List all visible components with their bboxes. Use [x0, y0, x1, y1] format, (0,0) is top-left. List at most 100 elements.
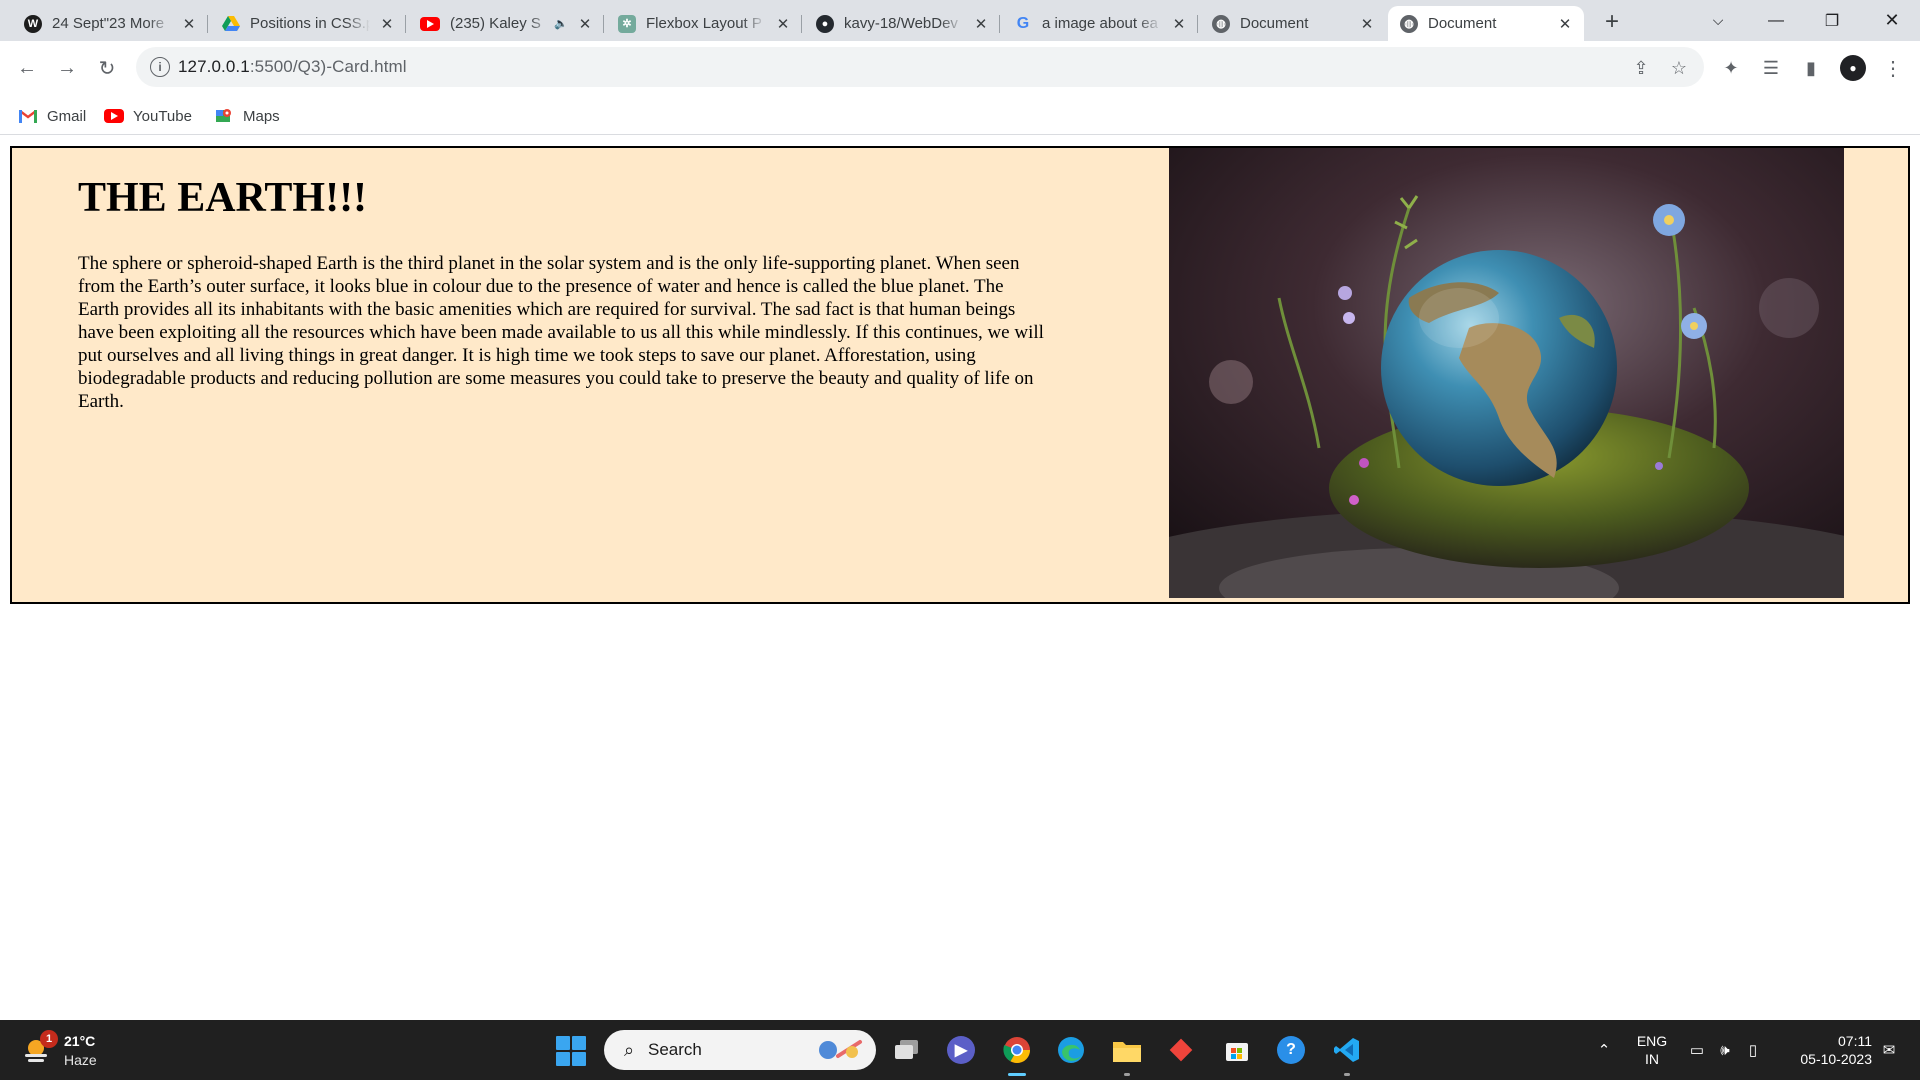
file-explorer-button[interactable] — [1106, 1030, 1148, 1076]
tab-title: 24 Sept"23 More — [52, 15, 165, 32]
store-icon — [1223, 1036, 1251, 1064]
edge-icon — [1057, 1036, 1085, 1064]
tab-chatgpt[interactable]: ✲ Flexbox Layout P ✕ — [606, 6, 802, 41]
notification-badge: 1 — [40, 1030, 58, 1048]
close-tab-icon[interactable]: ✕ — [774, 15, 792, 33]
close-tab-icon[interactable]: ✕ — [576, 15, 594, 33]
tab-separator — [999, 15, 1000, 33]
tab-github[interactable]: ● kavy-18/WebDev ✕ — [804, 6, 1000, 41]
tab-title: Positions in CSS.p — [250, 15, 370, 32]
system-clock[interactable]: 07:11 05-10-2023 — [1774, 1032, 1872, 1068]
gmail-icon — [18, 108, 38, 124]
edge-taskbar-button[interactable] — [1050, 1030, 1092, 1070]
show-hidden-icons-button[interactable]: ⌃ — [1590, 1020, 1618, 1080]
tab-title: (235) Kaley S — [450, 15, 541, 32]
media-controls-icon[interactable]: ☰ — [1756, 53, 1786, 83]
tab-title: a image about ea — [1042, 15, 1158, 32]
audio-playing-icon[interactable]: 🔈 — [554, 17, 568, 30]
vscode-icon — [1333, 1036, 1361, 1064]
microsoft-store-button[interactable] — [1216, 1030, 1258, 1070]
card-heading: THE EARTH!!! — [78, 175, 368, 221]
address-bar[interactable]: i 127.0.0.1:5500/Q3)-Card.html ⇪ ☆ — [136, 47, 1704, 87]
tab-google-drive[interactable]: Positions in CSS.p ✕ — [210, 6, 406, 41]
chrome-icon — [1003, 1036, 1031, 1064]
language-code: ENG — [1636, 1033, 1668, 1049]
url-text[interactable]: 127.0.0.1:5500/Q3)-Card.html — [178, 57, 407, 77]
tab-title: kavy-18/WebDev — [844, 15, 958, 32]
close-window-button[interactable]: ✕ — [1868, 0, 1916, 41]
new-tab-button[interactable]: + — [1598, 8, 1626, 36]
share-icon[interactable]: ⇪ — [1630, 57, 1652, 79]
teams-chat-button[interactable]: ▶ — [940, 1030, 982, 1070]
weather-condition: Haze — [64, 1052, 97, 1068]
wordpress-icon: W — [24, 14, 42, 33]
search-icon: ⌕ — [623, 1039, 635, 1060]
bookmark-gmail[interactable]: Gmail — [18, 105, 86, 127]
forward-button[interactable]: → — [50, 51, 84, 85]
github-icon: ● — [816, 14, 834, 33]
google-icon: G — [1016, 14, 1030, 32]
profile-avatar[interactable]: ● — [1838, 53, 1868, 83]
browser-toolbar: ← → ↻ i 127.0.0.1:5500/Q3)-Card.html ⇪ ☆… — [0, 41, 1920, 97]
url-host: 127.0.0.1 — [178, 57, 250, 76]
task-view-button[interactable] — [886, 1030, 928, 1070]
start-button[interactable] — [556, 1036, 586, 1066]
tab-google-search[interactable]: G a image about ea ✕ — [1002, 6, 1198, 41]
tab-search-button[interactable]: ⌵ — [1694, 0, 1742, 41]
vscode-taskbar-button[interactable] — [1326, 1030, 1368, 1076]
tab-youtube[interactable]: (235) Kaley S 🔈 ✕ — [408, 6, 604, 41]
tab-document[interactable]: ◍ Document ✕ — [1200, 6, 1386, 41]
windows-logo-pane — [572, 1036, 586, 1050]
bookmarks-bar: Gmail YouTube Maps — [0, 97, 1920, 135]
network-icon[interactable]: ▭ — [1684, 1020, 1710, 1080]
help-icon: ? — [1277, 1036, 1305, 1064]
anydesk-button[interactable] — [1160, 1030, 1202, 1070]
tab-separator — [1197, 15, 1198, 33]
close-tab-icon[interactable]: ✕ — [1358, 15, 1376, 33]
side-panel-icon[interactable]: ▮ — [1796, 53, 1826, 83]
reload-button[interactable]: ↻ — [90, 51, 124, 85]
tab-strip: W 24 Sept"23 More ✕ Positions in CSS.p ✕… — [0, 0, 1920, 41]
clock-time: 07:11 — [1838, 1033, 1872, 1049]
bookmark-star-icon[interactable]: ☆ — [1668, 57, 1690, 79]
language-indicator[interactable]: ENG IN — [1632, 1032, 1672, 1068]
tab-document-active[interactable]: ◍ Document ✕ — [1388, 6, 1584, 41]
windows-logo-pane — [572, 1052, 586, 1066]
teams-chat-icon: ▶ — [947, 1036, 975, 1064]
close-tab-icon[interactable]: ✕ — [378, 15, 396, 33]
back-button[interactable]: ← — [10, 51, 44, 85]
volume-icon[interactable]: 🕪 — [1712, 1020, 1738, 1080]
menu-icon[interactable]: ⋮ — [1878, 53, 1908, 83]
close-tab-icon[interactable]: ✕ — [180, 15, 198, 33]
chatgpt-icon: ✲ — [618, 14, 636, 33]
maps-icon — [214, 108, 234, 124]
battery-icon[interactable]: ▯ — [1740, 1020, 1766, 1080]
earth-image — [1169, 148, 1844, 598]
task-view-icon — [893, 1036, 921, 1064]
region-code: IN — [1645, 1051, 1659, 1067]
page-viewport: THE EARTH!!! The sphere or spheroid-shap… — [0, 136, 1920, 1020]
tab-separator — [603, 15, 604, 33]
extensions-icon[interactable]: ✦ — [1716, 53, 1746, 83]
chrome-taskbar-button[interactable] — [996, 1030, 1038, 1076]
search-label: Search — [648, 1040, 702, 1059]
notification-center-icon[interactable]: ✉ — [1876, 1020, 1902, 1080]
globe-icon: ◍ — [1212, 14, 1230, 33]
minimize-button[interactable]: — — [1752, 0, 1800, 41]
get-help-button[interactable]: ? — [1270, 1030, 1312, 1070]
screen: W 24 Sept"23 More ✕ Positions in CSS.p ✕… — [0, 0, 1920, 1080]
close-tab-icon[interactable]: ✕ — [1556, 15, 1574, 33]
site-info-icon[interactable]: i — [150, 57, 170, 77]
tab-wordpress[interactable]: W 24 Sept"23 More ✕ — [12, 6, 208, 41]
weather-widget[interactable]: 1 21°C Haze — [22, 1030, 142, 1070]
taskbar-search[interactable]: ⌕ Search — [604, 1030, 876, 1070]
tab-separator — [801, 15, 802, 33]
google-drive-icon — [222, 15, 240, 33]
bookmark-label: Maps — [243, 107, 280, 125]
bookmark-youtube[interactable]: YouTube — [104, 105, 192, 127]
bookmark-maps[interactable]: Maps — [214, 105, 280, 127]
close-tab-icon[interactable]: ✕ — [1170, 15, 1188, 33]
clock-date: 05-10-2023 — [1800, 1051, 1872, 1067]
close-tab-icon[interactable]: ✕ — [972, 15, 990, 33]
restore-button[interactable]: ❐ — [1808, 0, 1856, 41]
